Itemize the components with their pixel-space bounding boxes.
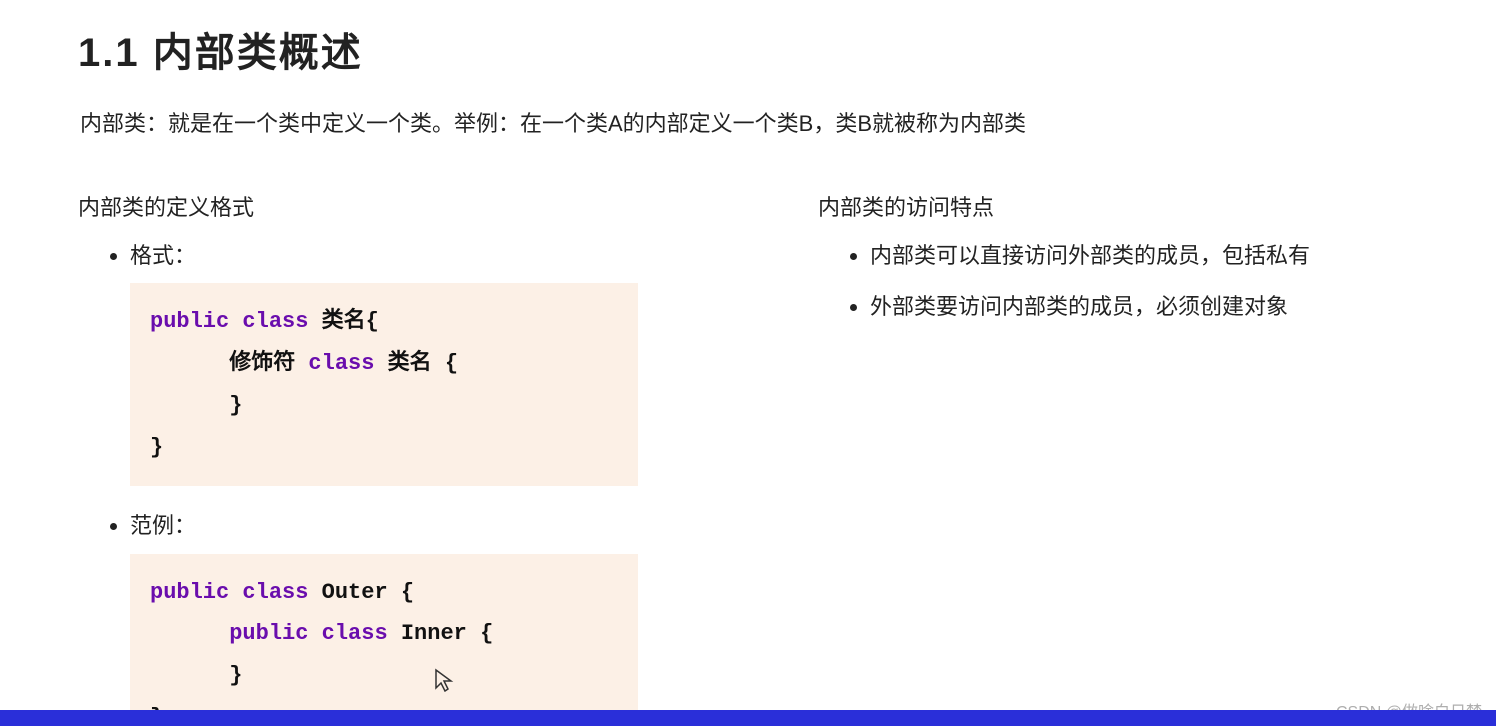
slide-content: 1.1 内部类概述 内部类：就是在一个类中定义一个类。举例：在一个类A的内部定义… (0, 0, 1496, 726)
bullet-format-label: 格式： (130, 243, 196, 268)
code-text: Inner { (388, 621, 494, 646)
code-text: 修饰符 (150, 351, 308, 376)
code-text: Outer { (308, 580, 414, 605)
code-text: 类名 { (374, 351, 458, 376)
intro-paragraph: 内部类：就是在一个类中定义一个类。举例：在一个类A的内部定义一个类B，类B就被称… (80, 106, 1418, 138)
kw-class: class (308, 351, 374, 376)
bullet-example-label: 范例： (130, 513, 196, 538)
left-subhead: 内部类的定义格式 (78, 190, 638, 222)
right-point-1: 内部类可以直接访问外部类的成员，包括私有 (870, 238, 1418, 273)
kw-class: class (308, 621, 387, 646)
right-point-2: 外部类要访问内部类的成员，必须创建对象 (870, 289, 1418, 324)
two-column-layout: 内部类的定义格式 格式： public class 类名{ 修饰符 class … (78, 190, 1418, 726)
kw-public: public (150, 309, 229, 334)
kw-public: public (229, 621, 308, 646)
right-bullet-list: 内部类可以直接访问外部类的成员，包括私有 外部类要访问内部类的成员，必须创建对象 (818, 238, 1418, 324)
footer-bar (0, 710, 1496, 726)
code-text: 类名{ (308, 309, 378, 334)
mouse-cursor-icon (434, 668, 454, 692)
kw-public: public (150, 580, 229, 605)
code-text: } (150, 435, 163, 460)
right-subhead: 内部类的访问特点 (818, 190, 1418, 222)
bullet-example: 范例： public class Outer { public class In… (130, 508, 638, 726)
right-column: 内部类的访问特点 内部类可以直接访问外部类的成员，包括私有 外部类要访问内部类的… (818, 190, 1418, 726)
kw-class: class (229, 580, 308, 605)
code-text: } (150, 663, 242, 688)
bullet-format: 格式： public class 类名{ 修饰符 class 类名 { } } (130, 238, 638, 486)
code-block-example: public class Outer { public class Inner … (130, 554, 638, 726)
code-text: } (150, 393, 242, 418)
code-text (150, 621, 229, 646)
page-title: 1.1 内部类概述 (78, 20, 1418, 78)
left-column: 内部类的定义格式 格式： public class 类名{ 修饰符 class … (78, 190, 638, 726)
code-block-format: public class 类名{ 修饰符 class 类名 { } } (130, 283, 638, 486)
kw-class: class (229, 309, 308, 334)
left-bullet-list: 格式： public class 类名{ 修饰符 class 类名 { } } … (78, 238, 638, 726)
